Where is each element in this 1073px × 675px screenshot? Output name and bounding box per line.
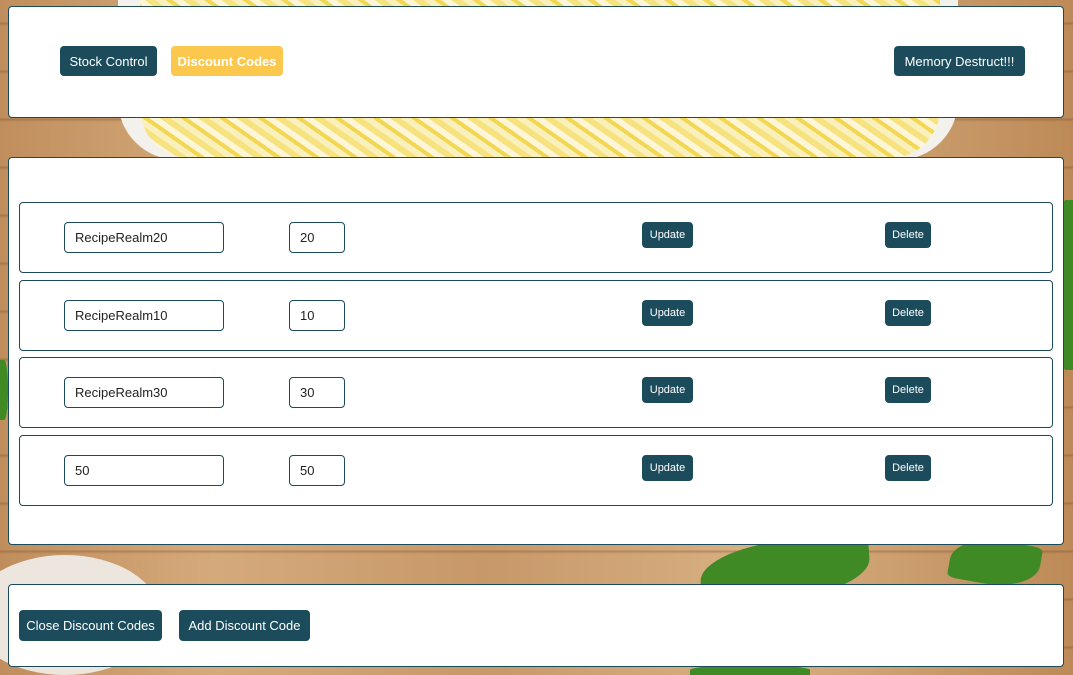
discount-code-row: Update Delete <box>19 357 1053 428</box>
update-button[interactable]: Update <box>642 377 693 403</box>
discount-code-row: Update Delete <box>19 435 1053 506</box>
footer-actions-panel: Close Discount Codes Add Discount Code <box>8 584 1064 667</box>
delete-button[interactable]: Delete <box>885 455 931 481</box>
delete-button[interactable]: Delete <box>885 377 931 403</box>
stock-control-button[interactable]: Stock Control <box>60 46 157 76</box>
discount-code-input[interactable] <box>64 455 224 486</box>
background-basil-leaf <box>0 360 8 420</box>
update-button[interactable]: Update <box>642 455 693 481</box>
memory-destruct-button[interactable]: Memory Destruct!!! <box>894 46 1025 76</box>
discount-code-row: Update Delete <box>19 202 1053 273</box>
add-discount-code-button[interactable]: Add Discount Code <box>179 610 310 641</box>
delete-button[interactable]: Delete <box>885 300 931 326</box>
discount-code-input[interactable] <box>64 377 224 408</box>
discount-code-input[interactable] <box>64 222 224 253</box>
close-discount-codes-button[interactable]: Close Discount Codes <box>19 610 162 641</box>
discount-percent-input[interactable] <box>289 377 345 408</box>
discount-code-row: Update Delete <box>19 280 1053 351</box>
update-button[interactable]: Update <box>642 222 693 248</box>
top-nav-panel: Stock Control Discount Codes Memory Dest… <box>8 6 1064 118</box>
discount-code-input[interactable] <box>64 300 224 331</box>
delete-button[interactable]: Delete <box>885 222 931 248</box>
discount-codes-tab-button[interactable]: Discount Codes <box>171 46 283 76</box>
discount-percent-input[interactable] <box>289 300 345 331</box>
discount-codes-panel: UpdateDeleteUpdateDeleteUpdateDeleteUpda… <box>8 157 1064 545</box>
discount-percent-input[interactable] <box>289 455 345 486</box>
discount-percent-input[interactable] <box>289 222 345 253</box>
update-button[interactable]: Update <box>642 300 693 326</box>
